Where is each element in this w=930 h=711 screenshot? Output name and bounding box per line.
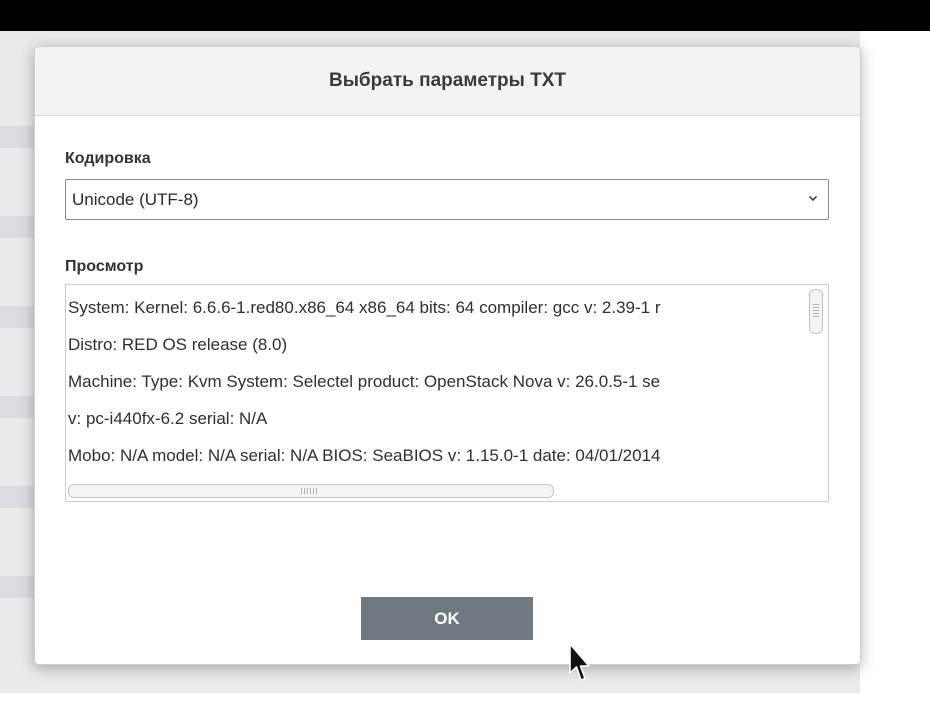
preview-line: Machine: Type: Kvm System: Selectel prod…	[68, 372, 661, 391]
preview-label: Просмотр	[65, 258, 144, 275]
chevron-down-icon	[808, 195, 818, 202]
vertical-scrollbar[interactable]	[809, 289, 823, 475]
ok-button[interactable]: OK	[361, 597, 533, 640]
txt-options-dialog: Выбрать параметры TXT Кодировка Unicode …	[34, 46, 861, 665]
grip-line	[310, 488, 311, 494]
grip-line	[301, 488, 302, 494]
vertical-scrollbar-thumb[interactable]	[809, 289, 823, 334]
preview-line: System: Kernel: 6.6.6-1.red80.x86_64 x86…	[68, 298, 661, 317]
preview-line: CPU: Info: 4x Single Core model: Intel X…	[68, 474, 808, 484]
grip-line	[813, 304, 819, 305]
grip-line	[813, 316, 819, 317]
mouse-cursor-icon	[569, 643, 590, 681]
grip-line	[813, 307, 819, 308]
grip-line	[813, 313, 819, 314]
encoding-label: Кодировка	[65, 150, 151, 167]
horizontal-scrollbar-thumb[interactable]	[68, 484, 554, 498]
background-bottom	[0, 693, 930, 711]
grip-line	[813, 310, 819, 311]
grip-line	[307, 488, 308, 494]
grip-line	[313, 488, 314, 494]
preview-line: Distro: RED OS release (8.0)	[68, 335, 288, 354]
horizontal-scrollbar[interactable]	[68, 484, 554, 498]
preview-line: Mobo: N/A model: N/A serial: N/A BIOS: S…	[68, 446, 661, 465]
encoding-select[interactable]: Unicode (UTF-8)	[65, 179, 829, 220]
grip-line	[304, 488, 305, 494]
encoding-select-value: Unicode (UTF-8)	[72, 189, 199, 209]
dialog-title: Выбрать параметры TXT	[328, 70, 566, 91]
preview-line: v: pc-i440fx-6.2 serial: N/A	[68, 409, 268, 428]
grip-line	[316, 488, 317, 494]
background-right	[860, 31, 930, 711]
dialog-header: Выбрать параметры TXT	[35, 47, 860, 116]
preview-area[interactable]: System: Kernel: 6.6.6-1.red80.x86_64 x86…	[65, 284, 829, 502]
preview-text: System: Kernel: 6.6.6-1.red80.x86_64 x86…	[68, 289, 808, 484]
